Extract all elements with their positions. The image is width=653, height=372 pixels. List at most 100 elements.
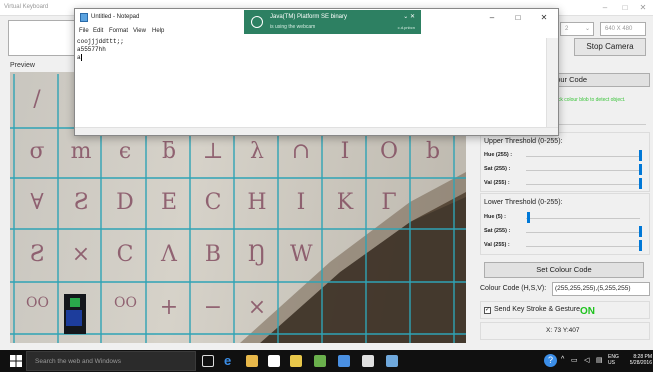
grid-letter: ∩ (291, 139, 311, 164)
grid-letter: Ŋ (247, 242, 267, 267)
notifications-icon[interactable]: ▤ (596, 356, 603, 364)
region-code: US (608, 360, 615, 366)
toast-body: is using the webcam (270, 24, 316, 30)
grid-letter: C (204, 190, 222, 215)
help-icon[interactable]: ? (544, 354, 557, 367)
camera-index-value: 2 (565, 26, 569, 32)
tray-chevron-icon[interactable]: ^ (561, 356, 564, 363)
grid-letter: I (296, 190, 306, 215)
notepad-text-area[interactable]: coojjjddttt;; a55577hh a (77, 38, 547, 129)
notepad-taskbar-icon[interactable] (386, 355, 398, 367)
threshold-slider[interactable]: Sat (255) : (482, 226, 646, 238)
slider-thumb[interactable] (639, 164, 642, 175)
slider-track[interactable] (526, 170, 640, 171)
app-icon-4[interactable] (362, 355, 374, 367)
grid-letter: ⊥ (202, 139, 224, 164)
slider-track[interactable] (526, 184, 640, 185)
menu-format[interactable]: Format (109, 28, 128, 34)
slider-track[interactable] (526, 218, 640, 219)
menu-edit[interactable]: Edit (93, 28, 103, 34)
file-explorer-icon[interactable] (246, 355, 258, 367)
threshold-slider[interactable]: Sat (255) : (482, 164, 646, 176)
task-view-icon[interactable] (202, 355, 214, 367)
colour-code-label: Colour Code (H,S,V): (480, 285, 547, 292)
colour-code-field[interactable]: (255,255,255),(5,255,255) (552, 282, 650, 296)
colour-code-value: (255,255,255),(5,255,255) (555, 285, 631, 292)
vk-minimize-button[interactable]: – (594, 1, 616, 15)
hint-text: Click colour blob to detect object. (552, 97, 626, 103)
slider-thumb[interactable] (639, 226, 642, 237)
grid-letter: / (33, 87, 41, 112)
grid-letter: OO (26, 295, 49, 311)
grid-letter: λ (250, 139, 264, 164)
grid-letter: m (70, 139, 92, 164)
stop-camera-button[interactable]: Stop Camera (574, 38, 646, 56)
notepad-horizontal-scrollbar[interactable] (75, 127, 558, 135)
grid-letter: W (290, 242, 313, 267)
notepad-icon (80, 13, 88, 22)
vk-text-box[interactable] (8, 20, 78, 56)
grid-letter: + (159, 295, 179, 320)
slider-thumb[interactable] (639, 178, 642, 189)
threshold-slider[interactable]: Val (255) : (482, 178, 646, 190)
grid-letter: ƃ (161, 139, 177, 164)
set-colour-code-button[interactable]: Set Colour Code (484, 262, 644, 278)
search-placeholder: Search the web and Windows (35, 358, 121, 365)
notepad-maximize-button[interactable]: □ (506, 11, 530, 25)
store-icon[interactable] (268, 355, 280, 367)
text-line: a55577hh (77, 46, 106, 53)
toast-close-icon[interactable]: ⌄ ✕ (403, 13, 415, 20)
windows-start-icon[interactable] (10, 355, 22, 367)
resolution-select[interactable]: 640 X 480 (600, 22, 646, 36)
grid-letter: B (204, 242, 222, 267)
threshold-slider[interactable]: Hue (5) : (482, 212, 646, 224)
slider-label: Sat (255) : (484, 166, 511, 172)
slider-label: Val (255) : (484, 180, 510, 186)
grid-letter: σ (29, 139, 45, 164)
grid-letter: E (160, 190, 178, 215)
slider-thumb[interactable] (639, 150, 642, 161)
camera-index-select[interactable]: 2 ⌄ (560, 22, 594, 36)
menu-view[interactable]: View (133, 28, 146, 34)
clock-date: 5/28/2016 (629, 360, 652, 366)
vk-window-title: Virtual Keyboard (4, 4, 49, 10)
notepad-close-button[interactable]: ✕ (532, 11, 556, 25)
toast-meta: c.d.pnbcn (397, 25, 415, 30)
slider-track[interactable] (526, 246, 640, 247)
slider-thumb[interactable] (639, 240, 642, 251)
slider-thumb[interactable] (527, 212, 531, 223)
taskbar-search-box[interactable]: Search the web and Windows (26, 351, 196, 371)
vk-close-button[interactable]: ✕ (632, 1, 653, 15)
menu-file[interactable]: File (79, 28, 89, 34)
resolution-value: 640 X 480 (605, 26, 633, 32)
send-key-label: Send Key Stroke & Gesture (494, 306, 580, 313)
clock[interactable]: 8:28 PM 5/28/2016 (626, 354, 652, 366)
notepad-minimize-button[interactable]: – (480, 11, 504, 25)
battery-icon[interactable]: ▭ (571, 356, 578, 364)
app-icon-1[interactable] (290, 355, 302, 367)
grid-letter: OO (114, 295, 137, 311)
language-indicator[interactable]: ENG US (608, 354, 626, 366)
slider-track[interactable] (526, 232, 640, 233)
desktop: Virtual Keyboard – □ ✕ 2 ⌄ 640 X 480 Sto… (0, 0, 653, 372)
app-icon-2[interactable] (314, 355, 326, 367)
send-key-checkbox[interactable]: ✓ (484, 307, 491, 314)
notepad-vertical-scrollbar[interactable] (546, 38, 558, 129)
grid-letter: Λ (161, 242, 177, 267)
grid-letter: Ƨ (29, 242, 45, 267)
menu-help[interactable]: Help (152, 28, 164, 34)
divider (552, 124, 646, 125)
set-colour-code-label: Set Colour Code (536, 265, 592, 274)
grid-letter: ∀ (30, 190, 44, 215)
threshold-slider[interactable]: Hue (255) : (482, 150, 646, 162)
chevron-down-icon: ⌄ (584, 26, 590, 32)
preview-label: Preview (10, 62, 35, 69)
webcam-notification-toast[interactable]: Java(TM) Platform SE binary is using the… (244, 10, 421, 34)
app-icon-3[interactable] (338, 355, 350, 367)
volume-icon[interactable]: ◁ (584, 356, 589, 364)
grid-letter: × (247, 295, 267, 320)
edge-browser-icon[interactable]: e (224, 354, 236, 367)
slider-label: Sat (255) : (484, 228, 511, 234)
threshold-slider[interactable]: Val (255) : (482, 240, 646, 252)
slider-track[interactable] (526, 156, 640, 157)
